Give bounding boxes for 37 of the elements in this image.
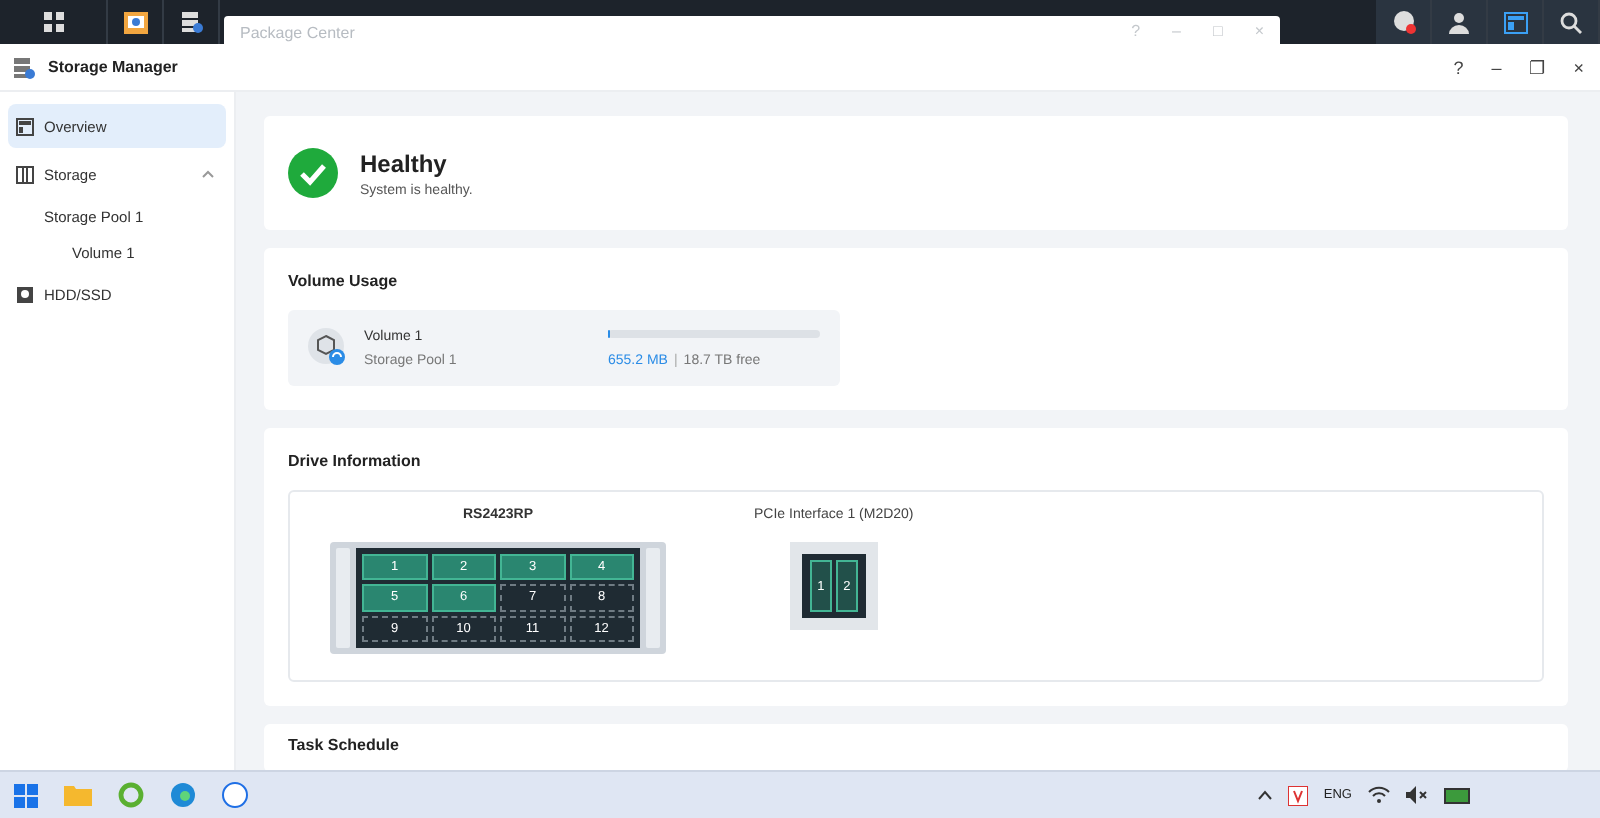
ring-logo-icon xyxy=(117,782,143,808)
chat-bubble-icon xyxy=(1391,10,1415,34)
window-control[interactable]: ❐ xyxy=(1525,57,1550,77)
taskbar-app[interactable] xyxy=(216,777,252,813)
hard-disk-icon xyxy=(16,285,34,303)
storage-icon xyxy=(16,165,34,183)
window-control[interactable]: ? xyxy=(1449,57,1468,77)
speaker-muted-icon[interactable] xyxy=(1406,786,1428,804)
card-title: Drive Information xyxy=(288,452,423,470)
rack-ear xyxy=(646,548,660,648)
v-logo-icon[interactable] xyxy=(1287,785,1308,805)
card-title: Volume Usage xyxy=(288,272,400,290)
wifi-icon[interactable] xyxy=(1368,786,1390,804)
chat-circle-icon xyxy=(221,782,247,808)
volume-icon xyxy=(308,328,348,368)
chevron-icon[interactable] xyxy=(1257,790,1272,800)
overview-icon xyxy=(16,117,34,135)
search-icon xyxy=(1560,11,1582,33)
windows-logo-icon xyxy=(14,783,38,807)
browser-icon xyxy=(169,782,195,808)
chevron-icon xyxy=(202,170,214,178)
user-icon xyxy=(1448,11,1470,33)
window-control[interactable]: × xyxy=(1569,57,1588,77)
package-icon xyxy=(121,8,149,36)
grid-icon xyxy=(43,12,63,32)
health-status: Healthy xyxy=(360,149,449,177)
storage-stack-icon xyxy=(12,55,36,79)
check-circle-icon xyxy=(288,148,338,198)
widget-icon xyxy=(1503,11,1527,33)
card-title: Task Schedule xyxy=(288,736,401,754)
window-title: Storage Manager xyxy=(48,58,178,76)
rack-ear xyxy=(336,548,350,648)
storage-stack-icon xyxy=(179,10,203,34)
window-title: Package Center xyxy=(240,22,355,46)
window-control[interactable]: – xyxy=(1487,57,1506,77)
battery-icon[interactable] xyxy=(1444,787,1472,803)
folder-icon xyxy=(64,784,92,806)
